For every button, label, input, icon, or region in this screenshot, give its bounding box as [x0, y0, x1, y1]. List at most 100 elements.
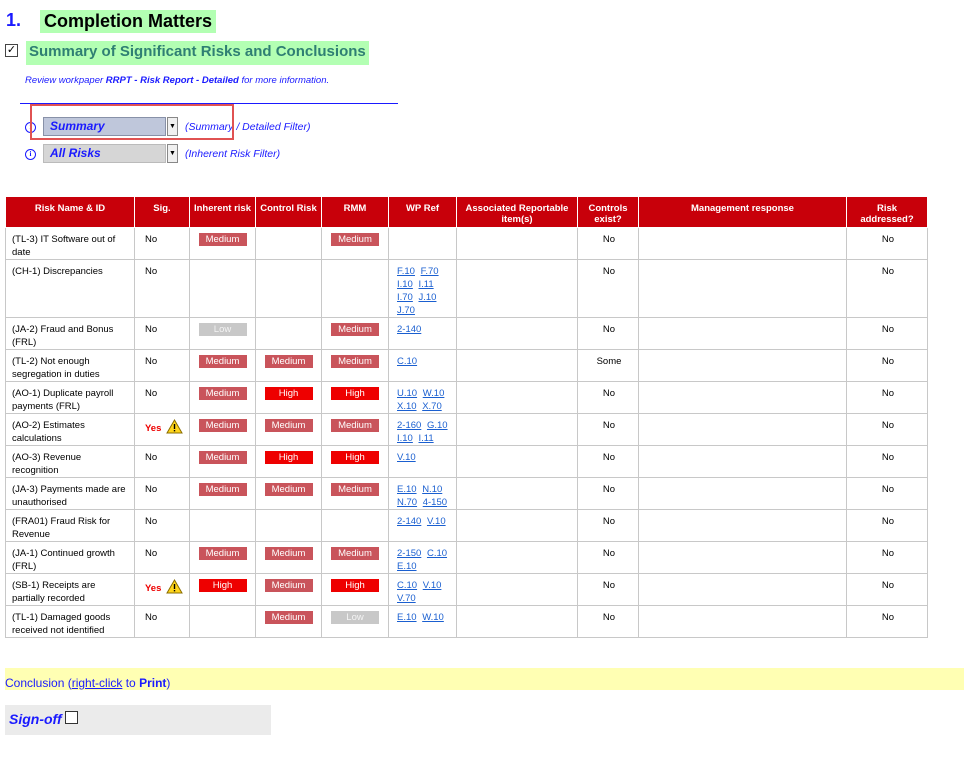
warning-icon	[166, 578, 184, 598]
inherent-risk-badge: Medium	[198, 419, 247, 432]
risk-addressed-cell[interactable]: No	[846, 477, 928, 510]
wp-ref-link[interactable]: 2-160	[397, 420, 421, 431]
review-workpaper-link[interactable]: RRPT - Risk Report - Detailed	[106, 75, 239, 86]
sig-cell: No	[134, 349, 190, 382]
wp-ref-link[interactable]: I.10	[397, 279, 413, 290]
risk-name-cell: (TL-2) Not enough segregation in duties	[5, 349, 135, 382]
info-icon[interactable]: i	[25, 149, 36, 160]
col-associated-items: Associated Reportable item(s)	[456, 196, 578, 228]
management-response-cell[interactable]	[638, 605, 847, 638]
wp-ref-link[interactable]: V.10	[397, 452, 416, 463]
risk-addressed-cell[interactable]: No	[846, 573, 928, 606]
management-response-cell[interactable]	[638, 445, 847, 478]
col-management-response: Management response	[638, 196, 847, 228]
risk-addressed-cell[interactable]: No	[846, 349, 928, 382]
risk-name-cell: (TL-1) Damaged goods received not identi…	[5, 605, 135, 638]
right-click-link[interactable]: right-click	[72, 676, 123, 690]
management-response-cell[interactable]	[638, 573, 847, 606]
wp-ref-link[interactable]: C.10	[397, 580, 417, 591]
control-risk-badge: Medium	[264, 355, 313, 368]
management-response-cell[interactable]	[638, 317, 847, 350]
inherent-risk-cell	[189, 259, 256, 318]
wp-ref-link[interactable]: F.70	[421, 266, 439, 277]
wp-ref-link[interactable]: J.10	[419, 292, 437, 303]
wp-ref-link[interactable]: W.10	[423, 388, 445, 399]
wp-ref-link[interactable]: I.11	[419, 279, 434, 290]
management-response-cell[interactable]	[638, 413, 847, 446]
associated-items-cell	[456, 605, 578, 638]
inherent-risk-cell: Medium	[189, 381, 256, 414]
wp-ref-link[interactable]: I.10	[397, 433, 413, 444]
management-response-cell[interactable]	[638, 349, 847, 382]
associated-items-cell	[456, 573, 578, 606]
risk-addressed-cell[interactable]: No	[846, 445, 928, 478]
rmm-cell: Medium	[321, 413, 389, 446]
wp-ref-cell: F.10 F.70 I.10 I.11 I.70 J.10 J.70	[388, 259, 457, 318]
wp-ref-cell: U.10 W.10 X.10 X.70	[388, 381, 457, 414]
wp-ref-link[interactable]: N.70	[397, 497, 417, 508]
sig-value: No	[145, 324, 158, 335]
signoff-checkbox[interactable]	[65, 711, 78, 724]
risk-addressed-cell[interactable]: No	[846, 317, 928, 350]
rmm-badge: Medium	[331, 233, 379, 246]
wp-ref-link[interactable]: C.10	[427, 548, 447, 559]
inherent-risk-cell: Medium	[189, 477, 256, 510]
wp-ref-link[interactable]: I.11	[419, 433, 434, 444]
risk-filter-select[interactable]: All Risks	[43, 144, 166, 163]
inherent-risk-badge: Medium	[198, 355, 247, 368]
risk-addressed-cell[interactable]: No	[846, 413, 928, 446]
wp-ref-link[interactable]: F.10	[397, 266, 415, 277]
risk-addressed-cell[interactable]: No	[846, 605, 928, 638]
sig-cell: No	[134, 227, 190, 260]
risk-addressed-cell[interactable]: No	[846, 227, 928, 260]
wp-ref-link[interactable]: E.10	[397, 484, 417, 495]
wp-ref-cell: C.10 V.10 V.70	[388, 573, 457, 606]
wp-ref-link[interactable]: J.70	[397, 305, 415, 316]
control-risk-cell	[255, 227, 322, 260]
wp-ref-link[interactable]: 2-140	[397, 324, 421, 335]
associated-items-cell	[456, 381, 578, 414]
wp-ref-link[interactable]: N.10	[422, 484, 442, 495]
rmm-cell: Medium	[321, 349, 389, 382]
management-response-cell[interactable]	[638, 381, 847, 414]
risk-addressed-cell[interactable]: No	[846, 509, 928, 542]
wp-ref-link[interactable]: G.10	[427, 420, 448, 431]
associated-items-cell	[456, 477, 578, 510]
risk-addressed-cell[interactable]: No	[846, 259, 928, 318]
table-row: (CH-1) Discrepancies No F.10 F.70 I.10 I.1…	[5, 259, 928, 318]
inherent-risk-badge: High	[198, 579, 247, 592]
management-response-cell[interactable]	[638, 259, 847, 318]
inherent-risk-cell: Medium	[189, 227, 256, 260]
review-suffix: for more information.	[241, 75, 330, 86]
management-response-cell[interactable]	[638, 541, 847, 574]
wp-ref-link[interactable]: W.10	[422, 612, 444, 623]
wp-ref-link[interactable]: E.10	[397, 612, 417, 623]
wp-ref-link[interactable]: 4-150	[423, 497, 447, 508]
wp-ref-link[interactable]: U.10	[397, 388, 417, 399]
section-title: Completion Matters	[40, 10, 217, 33]
wp-ref-link[interactable]: V.10	[423, 580, 442, 591]
risk-addressed-cell[interactable]: No	[846, 541, 928, 574]
rmm-cell: Medium	[321, 541, 389, 574]
wp-ref-link[interactable]: X.70	[422, 401, 442, 412]
control-risk-cell: Medium	[255, 477, 322, 510]
management-response-cell[interactable]	[638, 509, 847, 542]
print-label[interactable]: Print	[139, 676, 166, 690]
management-response-cell[interactable]	[638, 227, 847, 260]
wp-ref-link[interactable]: I.70	[397, 292, 413, 303]
wp-ref-link[interactable]: 2-140	[397, 516, 421, 527]
wp-ref-link[interactable]: V.70	[397, 593, 416, 604]
wp-ref-link[interactable]: C.10	[397, 356, 417, 367]
associated-items-cell	[456, 413, 578, 446]
wp-ref-link[interactable]: X.10	[397, 401, 417, 412]
risk-addressed-cell[interactable]: No	[846, 381, 928, 414]
table-row: (JA-1) Continued growth (FRL) No Medium Med…	[5, 541, 928, 574]
summary-checkbox[interactable]: ✓	[5, 44, 18, 57]
wp-ref-link[interactable]: V.10	[427, 516, 446, 527]
chevron-down-icon[interactable]: ▼	[167, 144, 178, 163]
management-response-cell[interactable]	[638, 477, 847, 510]
associated-items-cell	[456, 227, 578, 260]
wp-ref-link[interactable]: 2-150	[397, 548, 421, 559]
wp-ref-link[interactable]: E.10	[397, 561, 417, 572]
sig-value: No	[145, 612, 158, 623]
